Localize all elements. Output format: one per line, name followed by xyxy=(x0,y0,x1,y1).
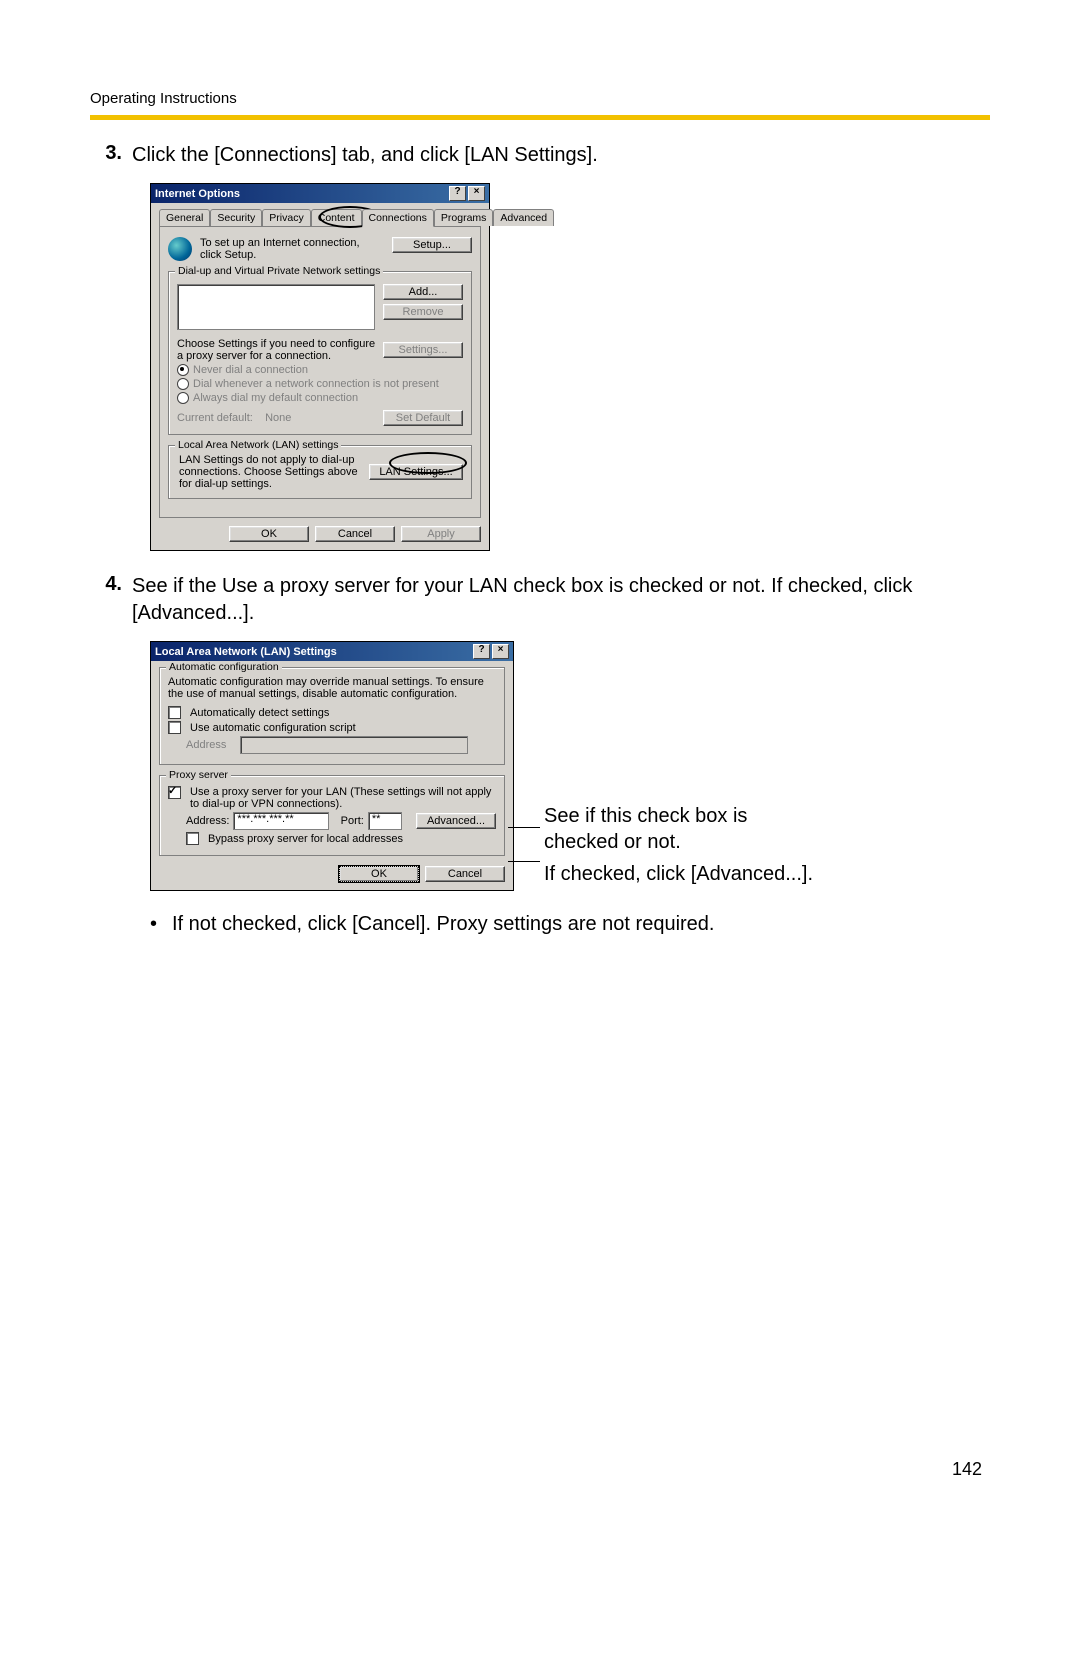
tab-connections[interactable]: Connections xyxy=(362,209,434,227)
script-address-label: Address xyxy=(186,739,236,751)
advanced-button[interactable]: Advanced... xyxy=(416,813,496,829)
lan-settings-dialog: Local Area Network (LAN) Settings ? × Au… xyxy=(150,641,514,891)
use-proxy-label: Use a proxy server for your LAN (These s… xyxy=(190,786,496,810)
cancel-button[interactable]: Cancel xyxy=(315,526,395,542)
radio-always[interactable] xyxy=(177,392,189,404)
step-text: Click the [Connections] tab, and click [… xyxy=(132,142,598,169)
radio-whenever[interactable] xyxy=(177,378,189,390)
current-default-label: Current default: xyxy=(177,412,253,424)
help-button[interactable]: ? xyxy=(473,644,490,659)
bypass-checkbox[interactable] xyxy=(186,832,199,845)
proxy-address-input[interactable]: ***.***.***.** xyxy=(233,812,328,830)
lan-text: LAN Settings do not apply to dial-up con… xyxy=(179,454,369,490)
lan-legend: Local Area Network (LAN) settings xyxy=(175,439,341,451)
close-button[interactable]: × xyxy=(492,644,509,659)
tab-general[interactable]: General xyxy=(159,209,210,226)
settings-button[interactable]: Settings... xyxy=(383,342,463,358)
cancel-button[interactable]: Cancel xyxy=(425,866,505,882)
setup-text: To set up an Internet connection, click … xyxy=(200,237,384,261)
globe-icon xyxy=(168,237,192,261)
current-default-value: None xyxy=(265,412,291,424)
bullet-note: • If not checked, click [Cancel]. Proxy … xyxy=(150,913,990,936)
auto-detect-checkbox[interactable] xyxy=(168,706,181,719)
radio-whenever-label: Dial whenever a network connection is no… xyxy=(193,378,439,390)
proxy-port-input[interactable]: ** xyxy=(368,812,402,830)
bullet-icon: • xyxy=(150,913,172,936)
tab-strip: General Security Privacy Content Connect… xyxy=(159,209,481,227)
auto-detect-label: Automatically detect settings xyxy=(190,707,329,719)
tab-privacy[interactable]: Privacy xyxy=(262,209,310,226)
help-button[interactable]: ? xyxy=(449,186,466,201)
header-section: Operating Instructions xyxy=(90,90,990,107)
tab-advanced[interactable]: Advanced xyxy=(493,209,554,226)
proxy-port-label: Port: xyxy=(341,815,364,827)
bypass-label: Bypass proxy server for local addresses xyxy=(208,833,403,845)
ok-button[interactable]: OK xyxy=(229,526,309,542)
use-script-checkbox[interactable] xyxy=(168,721,181,734)
proxy-legend: Proxy server xyxy=(166,769,231,781)
callout-leader-2 xyxy=(508,861,540,862)
step-number: 4. xyxy=(90,573,132,627)
use-proxy-checkbox[interactable] xyxy=(168,786,181,799)
remove-button[interactable]: Remove xyxy=(383,304,463,320)
proxy-address-label: Address: xyxy=(186,815,229,827)
titlebar: Internet Options ? × xyxy=(151,184,489,203)
ok-button[interactable]: OK xyxy=(339,866,419,882)
lan-settings-button[interactable]: LAN Settings... xyxy=(369,464,463,480)
step-number: 3. xyxy=(90,142,132,169)
radio-never[interactable] xyxy=(177,364,189,376)
internet-options-dialog: Internet Options ? × General Security Pr… xyxy=(150,183,490,551)
radio-always-label: Always dial my default connection xyxy=(193,392,358,404)
titlebar: Local Area Network (LAN) Settings ? × xyxy=(151,642,513,661)
auto-config-legend: Automatic configuration xyxy=(166,661,282,673)
dialup-legend: Dial-up and Virtual Private Network sett… xyxy=(175,265,383,277)
dialog-title: Local Area Network (LAN) Settings xyxy=(155,646,337,658)
page-number: 142 xyxy=(952,1459,982,1480)
tab-security[interactable]: Security xyxy=(210,209,262,226)
header-rule xyxy=(90,115,990,120)
auto-config-desc: Automatic configuration may override man… xyxy=(168,676,496,700)
bullet-text: If not checked, click [Cancel]. Proxy se… xyxy=(172,913,714,936)
step-text: See if the Use a proxy server for your L… xyxy=(132,573,990,627)
callout-1: See if this check box is checked or not. xyxy=(544,803,814,855)
step-4: 4. See if the Use a proxy server for you… xyxy=(90,573,990,627)
use-script-label: Use automatic configuration script xyxy=(190,722,356,734)
tab-programs[interactable]: Programs xyxy=(434,209,494,226)
choose-settings-text: Choose Settings if you need to configure… xyxy=(177,338,383,362)
script-address-input[interactable] xyxy=(240,736,468,754)
radio-never-label: Never dial a connection xyxy=(193,364,308,376)
setup-button[interactable]: Setup... xyxy=(392,237,472,253)
close-button[interactable]: × xyxy=(468,186,485,201)
apply-button[interactable]: Apply xyxy=(401,526,481,542)
add-button[interactable]: Add... xyxy=(383,284,463,300)
tab-content[interactable]: Content xyxy=(311,209,362,226)
step-3: 3. Click the [Connections] tab, and clic… xyxy=(90,142,990,169)
connections-listbox[interactable] xyxy=(177,284,375,330)
callout-leader-1 xyxy=(508,827,540,828)
set-default-button[interactable]: Set Default xyxy=(383,410,463,426)
callout-2: If checked, click [Advanced...]. xyxy=(544,861,814,887)
dialog-title: Internet Options xyxy=(155,188,240,200)
